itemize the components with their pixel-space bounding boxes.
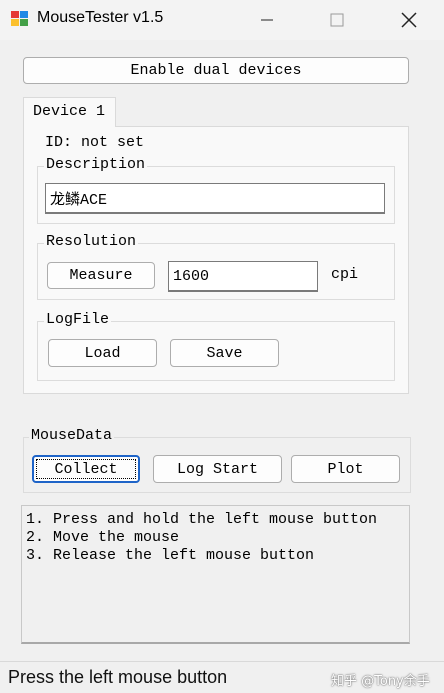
- title-bar[interactable]: MouseTester v1.5: [0, 0, 444, 40]
- mousedata-group-label: MouseData: [29, 427, 115, 444]
- instruction-line: 2. Move the mouse: [26, 529, 180, 546]
- status-text: Press the left mouse button: [8, 667, 228, 687]
- close-icon: [401, 12, 417, 28]
- resolution-unit-label: cpi: [331, 266, 359, 283]
- description-group-label: Description: [44, 156, 148, 173]
- instruction-line: 1. Press and hold the left mouse button: [26, 511, 378, 528]
- window-title: MouseTester v1.5: [37, 9, 164, 26]
- enable-dual-devices-button[interactable]: Enable dual devices: [23, 57, 409, 84]
- status-bar: Press the left mouse button 知乎 @Tony余手: [0, 661, 444, 693]
- close-button[interactable]: [386, 0, 432, 40]
- maximize-button[interactable]: [314, 0, 360, 40]
- logfile-group-label: LogFile: [44, 311, 112, 328]
- watermark-text: 知乎 @Tony余手: [331, 674, 430, 689]
- plot-button[interactable]: Plot: [291, 455, 400, 483]
- instructions-textarea[interactable]: 1. Press and hold the left mouse button …: [21, 505, 410, 644]
- mouse-tester-app-icon: [10, 10, 30, 28]
- resolution-input[interactable]: 1600: [168, 261, 318, 292]
- description-input[interactable]: 龙鳞ACE: [45, 183, 385, 214]
- device-id-label: ID: not set: [45, 134, 145, 151]
- load-button[interactable]: Load: [48, 339, 157, 367]
- instruction-line: 3. Release the left mouse button: [26, 547, 315, 564]
- measure-button[interactable]: Measure: [47, 262, 155, 289]
- maximize-icon: [330, 13, 344, 27]
- collect-button[interactable]: Collect: [32, 455, 140, 483]
- tab-device-1[interactable]: Device 1: [23, 97, 116, 127]
- log-start-button[interactable]: Log Start: [153, 455, 282, 483]
- save-button[interactable]: Save: [170, 339, 279, 367]
- resolution-group-label: Resolution: [44, 233, 139, 250]
- minimize-button[interactable]: [244, 0, 290, 40]
- minimize-icon: [261, 19, 273, 21]
